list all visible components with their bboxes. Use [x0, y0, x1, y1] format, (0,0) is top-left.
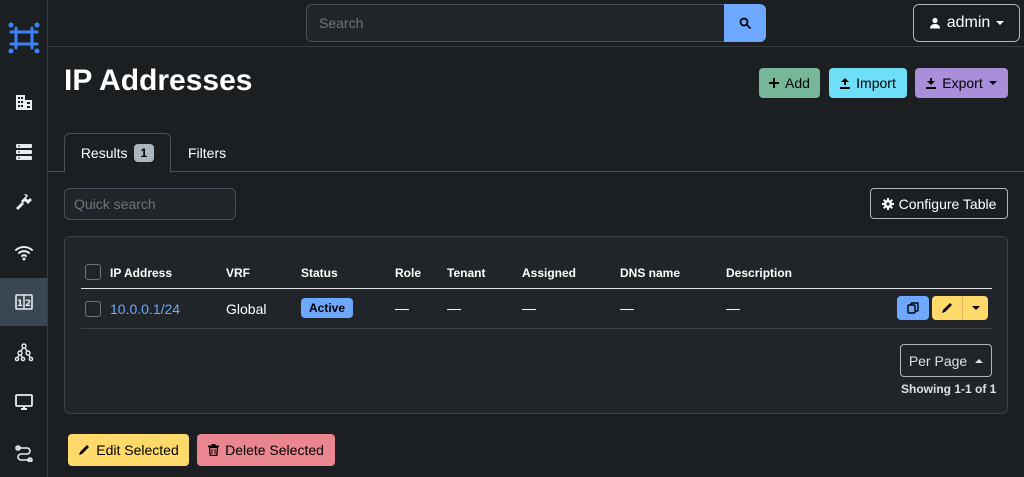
netbox-logo-icon[interactable]	[8, 22, 40, 54]
pagination-summary: Showing 1-1 of 1	[901, 382, 997, 396]
add-button-label: Add	[785, 75, 810, 91]
column-header-tenant[interactable]: Tenant	[447, 266, 485, 280]
plus-icon	[769, 78, 780, 88]
description-value: —	[726, 300, 740, 316]
user-icon	[929, 17, 940, 29]
global-search	[306, 4, 766, 42]
user-name: admin	[946, 14, 991, 31]
row-edit-button[interactable]	[932, 296, 988, 320]
tenant-value: —	[447, 300, 461, 316]
svg-text:2: 2	[24, 299, 30, 309]
add-button[interactable]: Add	[759, 68, 820, 98]
trash-icon	[208, 444, 220, 456]
tab-filters-label: Filters	[188, 144, 227, 161]
column-header-vrf[interactable]: VRF	[226, 266, 250, 280]
configure-table-button[interactable]: Configure Table	[870, 188, 1008, 219]
import-button[interactable]: Import	[829, 68, 907, 98]
delete-selected-label: Delete Selected	[225, 442, 324, 458]
results-tabs: Results 1 Filters	[48, 133, 1024, 173]
download-icon	[926, 77, 937, 89]
user-menu-button[interactable]: admin	[913, 4, 1020, 42]
role-value: —	[395, 300, 409, 316]
quick-search-input[interactable]	[64, 188, 236, 220]
split-divider	[961, 296, 963, 320]
column-header-dns-name[interactable]: DNS name	[620, 266, 680, 280]
edit-selected-button[interactable]: Edit Selected	[68, 434, 189, 466]
vrf-value: Global	[226, 301, 267, 317]
page-title: IP Addresses	[64, 64, 253, 97]
export-button-label: Export	[942, 75, 983, 91]
svg-text:1: 1	[16, 299, 22, 309]
per-page-dropdown[interactable]: Per Page	[900, 344, 992, 377]
server-icon[interactable]	[0, 128, 47, 176]
pencil-icon	[941, 303, 952, 313]
monitor-icon[interactable]	[0, 378, 47, 426]
tab-results[interactable]: Results 1	[64, 133, 171, 173]
plug-icon[interactable]	[0, 178, 47, 226]
copy-icon	[907, 302, 919, 314]
delete-selected-button[interactable]: Delete Selected	[197, 434, 335, 466]
results-table: IP Address VRF Status Role Tenant Assign…	[64, 236, 1008, 414]
pencil-icon	[79, 445, 90, 455]
edit-selected-label: Edit Selected	[96, 442, 179, 458]
building-icon[interactable]	[0, 78, 47, 126]
import-button-label: Import	[856, 75, 896, 91]
column-header-description[interactable]: Description	[726, 266, 792, 280]
top-bar: admin	[48, 0, 1024, 47]
assigned-value: —	[522, 300, 536, 316]
chevron-up-icon	[975, 358, 984, 363]
chevron-down-icon	[988, 81, 997, 85]
clone-button[interactable]	[897, 296, 929, 320]
column-header-role[interactable]: Role	[395, 266, 421, 280]
search-icon	[739, 17, 751, 29]
sidebar: 12	[0, 0, 48, 477]
ip-address-link[interactable]: 10.0.0.1/24	[110, 301, 180, 317]
per-page-label: Per Page	[908, 352, 968, 369]
circuit-icon[interactable]	[0, 428, 47, 476]
results-count-badge: 1	[133, 144, 155, 162]
search-input[interactable]	[306, 4, 724, 42]
status-badge: Active	[301, 298, 354, 318]
configure-table-label: Configure Table	[898, 195, 997, 212]
counter-icon[interactable]: 12	[0, 278, 47, 326]
chevron-down-icon	[996, 21, 1005, 25]
graph-icon[interactable]	[0, 328, 47, 376]
column-header-ip-address[interactable]: IP Address	[110, 266, 172, 280]
export-button[interactable]: Export	[915, 68, 1008, 98]
tab-results-label: Results	[80, 145, 128, 161]
row-checkbox[interactable]	[85, 301, 101, 317]
dns-name-value: —	[620, 300, 634, 316]
header-divider	[81, 288, 992, 289]
upload-icon	[840, 77, 851, 89]
chevron-down-icon[interactable]	[971, 306, 980, 310]
column-header-assigned[interactable]: Assigned	[522, 266, 576, 280]
row-divider	[81, 328, 992, 329]
wifi-icon[interactable]	[0, 228, 47, 276]
select-all-checkbox[interactable]	[85, 264, 101, 280]
column-header-status[interactable]: Status	[301, 266, 338, 280]
gear-icon	[881, 197, 894, 210]
tab-filters[interactable]: Filters	[188, 133, 226, 172]
search-button[interactable]	[724, 4, 766, 42]
